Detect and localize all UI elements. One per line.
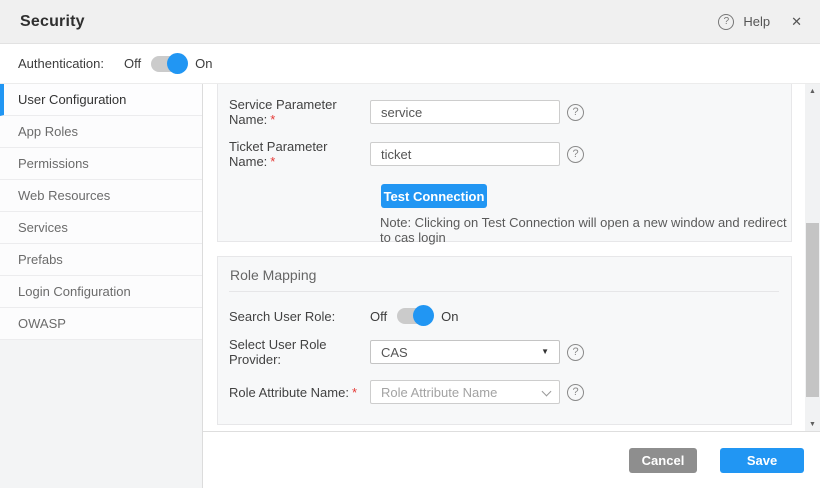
role-mapping-title: Role Mapping (229, 257, 791, 291)
sidebar-item-web-resources[interactable]: Web Resources (0, 180, 202, 212)
service-parameter-input[interactable] (370, 100, 560, 124)
toggle-knob[interactable] (413, 305, 434, 326)
label-text: Service Parameter Name: (229, 97, 337, 127)
authentication-row: Authentication: Off On (0, 44, 820, 84)
sidebar-item-login-configuration[interactable]: Login Configuration (0, 276, 202, 308)
cancel-button[interactable]: Cancel (629, 448, 697, 473)
test-connection-note: Note: Clicking on Test Connection will o… (380, 215, 791, 245)
user-role-provider-select[interactable]: CAS ▼ (370, 340, 560, 364)
vertical-scrollbar[interactable]: ▲ ▼ (805, 84, 820, 431)
scroll-down-icon[interactable]: ▼ (805, 417, 820, 431)
toggle-on-label: On (195, 56, 212, 71)
header-actions: ? Help ✕ (718, 14, 802, 30)
close-icon[interactable]: ✕ (791, 14, 802, 30)
role-attribute-input[interactable] (370, 380, 560, 404)
content-scroll-area: Service Parameter Name:* ? Ticket Parame… (203, 84, 820, 432)
search-user-role-row: Search User Role: Off On (229, 308, 791, 324)
required-asterisk: * (270, 112, 275, 127)
label-text: Role Attribute Name: (229, 385, 349, 400)
toggle-track[interactable] (151, 56, 185, 72)
toggle-on-label: On (441, 309, 458, 324)
user-role-provider-label: Select User Role Provider: (229, 337, 370, 367)
sidebar-item-owasp[interactable]: OWASP (0, 308, 202, 340)
authentication-label: Authentication: (18, 56, 104, 71)
help-icon[interactable]: ? (567, 384, 584, 401)
toggle-knob[interactable] (167, 53, 188, 74)
toggle-off-label: Off (124, 56, 141, 71)
role-attribute-label: Role Attribute Name:* (229, 385, 370, 400)
content-column: Service Parameter Name:* ? Ticket Parame… (203, 84, 820, 488)
sidebar: User Configuration App Roles Permissions… (0, 84, 203, 488)
ticket-parameter-input[interactable] (370, 142, 560, 166)
help-icon[interactable]: ? (567, 104, 584, 121)
help-link[interactable]: Help (743, 14, 770, 29)
service-parameter-row: Service Parameter Name:* ? (229, 97, 791, 127)
sidebar-item-services[interactable]: Services (0, 212, 202, 244)
required-asterisk: * (352, 385, 357, 400)
role-attribute-row: Role Attribute Name:* ? (229, 380, 791, 404)
ticket-parameter-row: Ticket Parameter Name:* ? (229, 139, 791, 169)
search-user-role-label: Search User Role: (229, 309, 370, 324)
help-icon[interactable]: ? (718, 14, 734, 30)
help-icon[interactable]: ? (567, 344, 584, 361)
service-parameter-label: Service Parameter Name:* (229, 97, 370, 127)
search-user-role-toggle[interactable]: Off On (370, 308, 458, 324)
sidebar-item-app-roles[interactable]: App Roles (0, 116, 202, 148)
dialog-header: Security ? Help ✕ (0, 0, 820, 44)
help-icon[interactable]: ? (567, 146, 584, 163)
role-attribute-combobox (370, 380, 560, 404)
ticket-parameter-label: Ticket Parameter Name:* (229, 139, 370, 169)
save-button[interactable]: Save (720, 448, 804, 473)
toggle-off-label: Off (370, 309, 387, 324)
test-connection-row: Test Connection (381, 184, 791, 208)
security-dialog: Security ? Help ✕ Authentication: Off On… (0, 0, 820, 488)
scrollbar-thumb[interactable] (806, 223, 819, 397)
authentication-toggle[interactable]: Off On (124, 56, 212, 72)
sidebar-item-user-configuration[interactable]: User Configuration (0, 84, 202, 116)
selected-option: CAS (381, 345, 408, 360)
test-connection-button[interactable]: Test Connection (381, 184, 487, 208)
cas-config-panel: Service Parameter Name:* ? Ticket Parame… (217, 84, 792, 242)
label-text: Ticket Parameter Name: (229, 139, 328, 169)
section-divider (229, 291, 779, 292)
sidebar-item-prefabs[interactable]: Prefabs (0, 244, 202, 276)
user-role-provider-row: Select User Role Provider: CAS ▼ ? (229, 337, 791, 367)
main-area: User Configuration App Roles Permissions… (0, 84, 820, 488)
sidebar-item-permissions[interactable]: Permissions (0, 148, 202, 180)
page-title: Security (20, 13, 85, 31)
dialog-footer: Cancel Save (203, 432, 820, 488)
dropdown-arrow-icon: ▼ (541, 348, 549, 356)
role-mapping-panel: Role Mapping Search User Role: Off On Se… (217, 256, 792, 425)
scroll-up-icon[interactable]: ▲ (805, 84, 820, 98)
required-asterisk: * (270, 154, 275, 169)
toggle-track[interactable] (397, 308, 431, 324)
